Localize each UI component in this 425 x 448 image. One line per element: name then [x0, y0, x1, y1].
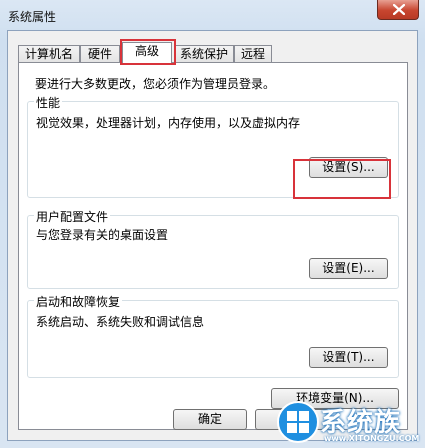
windows-logo-icon — [277, 401, 319, 443]
startup-recovery-title: 启动和故障恢复 — [34, 293, 123, 310]
admin-notice: 要进行大多数更改，您必须作为管理员登录。 — [35, 77, 276, 91]
startup-recovery-settings-button[interactable]: 设置(T)... — [309, 347, 388, 368]
close-button[interactable] — [377, 0, 419, 20]
close-icon — [393, 4, 405, 15]
user-profiles-settings-button[interactable]: 设置(E)... — [309, 258, 388, 279]
performance-group: 性能 视觉效果，处理器计划，内存使用，以及虚拟内存 设置(S)... — [27, 94, 399, 198]
tab-remote[interactable]: 远程 — [234, 45, 272, 63]
user-profiles-title: 用户配置文件 — [34, 208, 111, 225]
user-profiles-group: 用户配置文件 与您登录有关的桌面设置 设置(E)... — [27, 208, 399, 289]
startup-recovery-description: 系统启动、系统失败和调试信息 — [36, 315, 205, 329]
tab-computer-name[interactable]: 计算机名 — [18, 45, 80, 63]
tab-system-protection[interactable]: 系统保护 — [174, 45, 234, 63]
tab-hardware[interactable]: 硬件 — [80, 45, 120, 63]
startup-recovery-group: 启动和故障恢复 系统启动、系统失败和调试信息 设置(T)... — [27, 293, 399, 378]
site-watermark: 系统族 www.XITONGZU.COM — [276, 398, 425, 448]
user-profiles-description: 与您登录有关的桌面设置 — [36, 228, 169, 242]
performance-settings-button[interactable]: 设置(S)... — [309, 157, 388, 178]
dialog-body: 计算机名 硬件 高级 系统保护 远程 要进行大多数更改，您必须作为管理员登录。 … — [7, 30, 418, 441]
tab-advanced[interactable]: 高级 — [122, 42, 172, 64]
ok-button[interactable]: 确定 — [173, 409, 247, 430]
performance-description: 视觉效果，处理器计划，内存使用，以及虚拟内存 — [36, 116, 301, 130]
window-title: 系统属性 — [8, 10, 57, 24]
title-bar[interactable]: 系统属性 — [0, 0, 425, 30]
system-properties-window: 系统属性 计算机名 硬件 高级 系统保护 远程 要进行大多数更改，您必须作为管理… — [0, 0, 425, 448]
watermark-url: www.XITONGZU.COM — [324, 434, 420, 443]
advanced-panel: 要进行大多数更改，您必须作为管理员登录。 性能 视觉效果，处理器计划，内存使用，… — [18, 62, 408, 430]
performance-title: 性能 — [34, 94, 63, 111]
